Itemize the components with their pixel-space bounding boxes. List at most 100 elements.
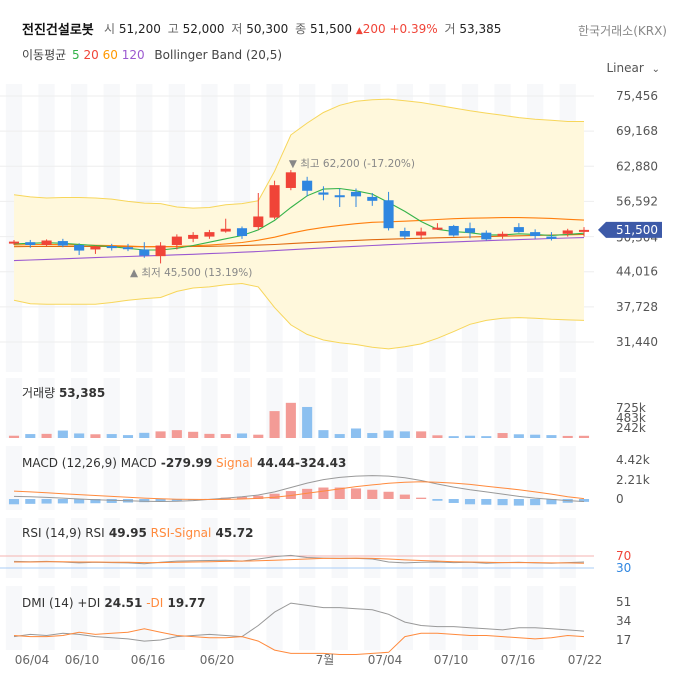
candle-body — [481, 232, 492, 240]
candle-body — [302, 180, 313, 191]
volume-bar — [399, 431, 410, 438]
volume-bar — [448, 436, 459, 438]
dmi-pdi-label: +DI — [77, 596, 100, 610]
grid-stripe — [559, 518, 576, 578]
macd-title: MACD (12,26,9) MACD -279.99 Signal 44.44… — [22, 456, 346, 470]
candle-body — [562, 230, 573, 234]
x-axis-label: 07/22 — [568, 653, 603, 667]
candle-body — [383, 200, 394, 229]
grid-stripe — [396, 378, 413, 438]
volume-title: 거래량 53,385 — [22, 386, 105, 400]
macd-histogram-bar — [367, 489, 378, 499]
grid-stripe — [494, 586, 511, 650]
x-axis-label: 06/10 — [65, 653, 100, 667]
dmi-mdi-label: -DI — [142, 596, 163, 610]
grid-stripe — [266, 518, 283, 578]
volume-bar — [74, 433, 85, 438]
macd-axis-label: 2.21k — [616, 473, 650, 487]
macd-histogram-bar — [432, 499, 443, 501]
grid-stripe — [5, 378, 23, 438]
volume-bar — [171, 430, 182, 438]
candle-body — [269, 185, 280, 218]
volume-bar — [562, 435, 573, 438]
candle-body — [367, 196, 378, 201]
volume-bar — [41, 433, 52, 438]
candle-body — [220, 228, 231, 232]
grid-stripe — [429, 378, 446, 438]
grid-stripe — [461, 586, 479, 650]
candle-body — [41, 240, 52, 245]
macd-histogram-bar — [106, 499, 117, 503]
candle-body — [253, 216, 264, 228]
candle-body — [57, 241, 68, 246]
grid-stripe — [266, 586, 283, 650]
price-axis-label: 31,440 — [616, 335, 658, 349]
candle-body — [285, 172, 296, 188]
macd-axis-label: 4.42k — [616, 453, 650, 467]
grid-stripe — [331, 518, 348, 578]
volume-bar — [302, 406, 313, 438]
volume-bar — [464, 435, 476, 438]
volume-bar — [122, 435, 134, 438]
grid-stripe — [461, 518, 479, 578]
volume-bar — [350, 428, 362, 438]
volume-bar — [513, 434, 524, 438]
candle — [285, 170, 296, 191]
candle-body — [334, 195, 345, 198]
volume-bar — [253, 434, 264, 438]
price-axis-label: 37,728 — [616, 300, 658, 314]
dmi-pdi-value: 24.51 — [100, 596, 142, 610]
macd-histogram-bar — [41, 499, 52, 504]
volume-bar — [383, 430, 394, 438]
macd-axis-label: 0 — [616, 492, 624, 506]
volume-bar — [416, 431, 427, 438]
macd-histogram-bar — [74, 499, 85, 504]
candle-body — [432, 227, 443, 230]
dmi-axis-label: 51 — [616, 595, 631, 609]
macd-histogram-bar — [448, 499, 459, 503]
candle-body — [122, 247, 134, 250]
grid-stripe — [494, 518, 511, 578]
grid-stripe — [331, 586, 348, 650]
macd-histogram-bar — [8, 499, 20, 505]
x-axis-label: 7월 — [316, 653, 335, 667]
candle-body — [74, 244, 85, 251]
candle-body — [106, 246, 117, 249]
volume-bar — [269, 411, 280, 438]
grid-stripe — [527, 518, 544, 578]
candle-body — [448, 225, 459, 236]
grid-stripe — [201, 378, 218, 438]
x-axis-label: 07/16 — [501, 653, 536, 667]
volume-bar — [367, 433, 378, 438]
rsi-signal-value: 45.72 — [211, 526, 253, 540]
volume-bar — [90, 434, 101, 438]
grid-stripe — [494, 378, 511, 438]
macd-histogram-bar — [57, 499, 68, 504]
volume-bar — [106, 434, 117, 438]
macd-histogram-bar — [464, 499, 476, 505]
volume-bar — [318, 430, 329, 438]
macd-histogram-bar — [513, 499, 524, 506]
volume-bar — [155, 431, 166, 438]
candle-body — [546, 236, 557, 239]
macd-histogram-bar — [481, 499, 492, 505]
volume-bar — [481, 436, 492, 438]
grid-stripe — [461, 378, 479, 438]
macd-histogram-bar — [318, 487, 329, 499]
grid-stripe — [364, 378, 381, 438]
x-axis-label: 07/10 — [434, 653, 469, 667]
dmi-mdi-value: 19.77 — [163, 596, 205, 610]
candle-body — [318, 192, 329, 195]
volume-axis-label: 242k — [616, 421, 646, 435]
grid-stripe — [233, 586, 251, 650]
volume-bar — [578, 435, 590, 438]
stock-chart[interactable]: ▼ 최고 62,200 (-17.20%) ▲ 최저 45,500 (13.19%… — [0, 0, 680, 697]
macd-histogram-bar — [383, 491, 394, 499]
x-axis-label: 06/16 — [131, 653, 166, 667]
grid-stripe — [364, 446, 381, 510]
volume-bar — [236, 433, 248, 438]
grid-stripe — [429, 586, 446, 650]
candle-body — [464, 228, 476, 233]
grid-stripe — [429, 518, 446, 578]
price-axis-label: 56,592 — [616, 194, 658, 208]
